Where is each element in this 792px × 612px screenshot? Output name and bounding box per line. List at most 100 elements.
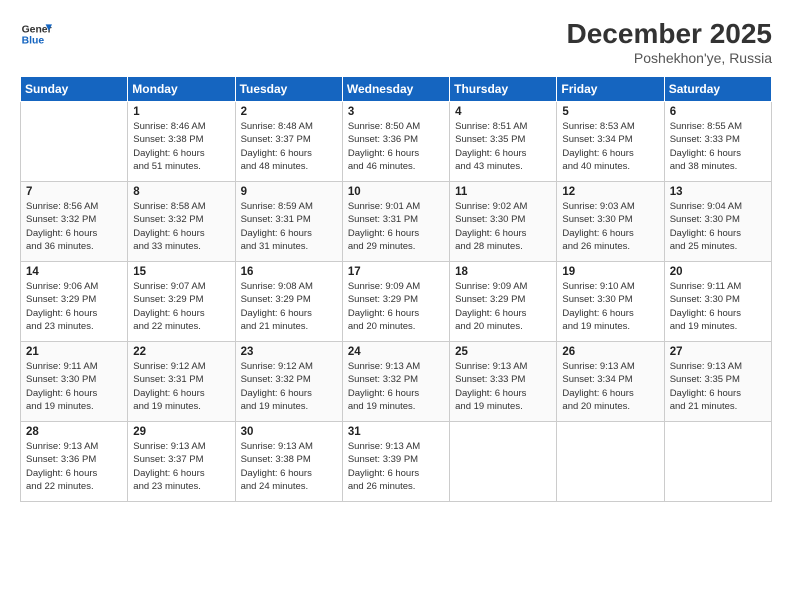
calendar-cell: 16 Sunrise: 9:08 AM Sunset: 3:29 PM Dayli… — [235, 262, 342, 342]
day-info: Sunrise: 9:10 AM Sunset: 3:30 PM Dayligh… — [562, 280, 658, 333]
day-number: 6 — [670, 106, 766, 118]
day-info: Sunrise: 9:13 AM Sunset: 3:33 PM Dayligh… — [455, 360, 551, 413]
day-number: 27 — [670, 346, 766, 358]
day-number: 9 — [241, 186, 337, 198]
day-info: Sunrise: 9:12 AM Sunset: 3:32 PM Dayligh… — [241, 360, 337, 413]
day-info: Sunrise: 9:09 AM Sunset: 3:29 PM Dayligh… — [455, 280, 551, 333]
calendar-cell: 9 Sunrise: 8:59 AM Sunset: 3:31 PM Daylig… — [235, 182, 342, 262]
day-number: 25 — [455, 346, 551, 358]
day-number: 14 — [26, 266, 122, 278]
calendar-cell: 10 Sunrise: 9:01 AM Sunset: 3:31 PM Dayli… — [342, 182, 449, 262]
day-number: 7 — [26, 186, 122, 198]
day-info: Sunrise: 8:48 AM Sunset: 3:37 PM Dayligh… — [241, 120, 337, 173]
day-info: Sunrise: 9:04 AM Sunset: 3:30 PM Dayligh… — [670, 200, 766, 253]
day-info: Sunrise: 9:11 AM Sunset: 3:30 PM Dayligh… — [26, 360, 122, 413]
day-number: 13 — [670, 186, 766, 198]
day-info: Sunrise: 9:11 AM Sunset: 3:30 PM Dayligh… — [670, 280, 766, 333]
calendar-cell: 30Sunrise: 9:13 AM Sunset: 3:38 PM Dayli… — [235, 422, 342, 502]
day-info: Sunrise: 9:06 AM Sunset: 3:29 PM Dayligh… — [26, 280, 122, 333]
calendar-body: 1Sunrise: 8:46 AM Sunset: 3:38 PM Daylig… — [21, 102, 772, 502]
logo-icon: General Blue — [20, 18, 52, 50]
location: Poshekhon'ye, Russia — [567, 50, 772, 66]
header: General Blue December 2025 Poshekhon'ye,… — [20, 18, 772, 66]
day-info: Sunrise: 8:56 AM Sunset: 3:32 PM Dayligh… — [26, 200, 122, 253]
day-info: Sunrise: 8:58 AM Sunset: 3:32 PM Dayligh… — [133, 200, 229, 253]
calendar-cell: 19 Sunrise: 9:10 AM Sunset: 3:30 PM Dayli… — [557, 262, 664, 342]
svg-text:Blue: Blue — [22, 36, 45, 47]
col-tuesday: Tuesday — [235, 77, 342, 102]
logo: General Blue — [20, 18, 52, 50]
day-info: Sunrise: 9:13 AM Sunset: 3:38 PM Dayligh… — [241, 440, 337, 493]
col-thursday: Thursday — [450, 77, 557, 102]
day-info: Sunrise: 9:07 AM Sunset: 3:29 PM Dayligh… — [133, 280, 229, 333]
calendar-cell: 25 Sunrise: 9:13 AM Sunset: 3:33 PM Dayli… — [450, 342, 557, 422]
day-info: Sunrise: 9:12 AM Sunset: 3:31 PM Dayligh… — [133, 360, 229, 413]
day-info: Sunrise: 8:51 AM Sunset: 3:35 PM Dayligh… — [455, 120, 551, 173]
calendar-cell: 8Sunrise: 8:58 AM Sunset: 3:32 PM Daylig… — [128, 182, 235, 262]
month-title: December 2025 — [567, 18, 772, 50]
calendar-table: Sunday Monday Tuesday Wednesday Thursday… — [20, 76, 772, 502]
calendar-cell: 17 Sunrise: 9:09 AM Sunset: 3:29 PM Dayli… — [342, 262, 449, 342]
calendar-cell: 4 Sunrise: 8:51 AM Sunset: 3:35 PM Daylig… — [450, 102, 557, 182]
calendar-cell: 24 Sunrise: 9:13 AM Sunset: 3:32 PM Dayli… — [342, 342, 449, 422]
day-number: 19 — [562, 266, 658, 278]
day-info: Sunrise: 8:59 AM Sunset: 3:31 PM Dayligh… — [241, 200, 337, 253]
day-number: 17 — [348, 266, 444, 278]
day-number: 16 — [241, 266, 337, 278]
header-row: Sunday Monday Tuesday Wednesday Thursday… — [21, 77, 772, 102]
day-number: 31 — [348, 426, 444, 438]
day-number: 10 — [348, 186, 444, 198]
day-info: Sunrise: 9:08 AM Sunset: 3:29 PM Dayligh… — [241, 280, 337, 333]
day-info: Sunrise: 9:13 AM Sunset: 3:34 PM Dayligh… — [562, 360, 658, 413]
day-info: Sunrise: 9:03 AM Sunset: 3:30 PM Dayligh… — [562, 200, 658, 253]
day-number: 28 — [26, 426, 122, 438]
day-info: Sunrise: 9:01 AM Sunset: 3:31 PM Dayligh… — [348, 200, 444, 253]
day-number: 5 — [562, 106, 658, 118]
day-number: 12 — [562, 186, 658, 198]
calendar-cell: 11Sunrise: 9:02 AM Sunset: 3:30 PM Dayli… — [450, 182, 557, 262]
day-number: 29 — [133, 426, 229, 438]
calendar-week-3: 14 Sunrise: 9:06 AM Sunset: 3:29 PM Dayli… — [21, 262, 772, 342]
day-info: Sunrise: 9:13 AM Sunset: 3:32 PM Dayligh… — [348, 360, 444, 413]
calendar-cell — [21, 102, 128, 182]
calendar-cell: 31 Sunrise: 9:13 AM Sunset: 3:39 PM Dayli… — [342, 422, 449, 502]
day-number: 22 — [133, 346, 229, 358]
day-number: 18 — [455, 266, 551, 278]
calendar-cell: 6 Sunrise: 8:55 AM Sunset: 3:33 PM Daylig… — [664, 102, 771, 182]
day-info: Sunrise: 8:50 AM Sunset: 3:36 PM Dayligh… — [348, 120, 444, 173]
calendar-week-4: 21Sunrise: 9:11 AM Sunset: 3:30 PM Dayli… — [21, 342, 772, 422]
day-info: Sunrise: 9:09 AM Sunset: 3:29 PM Dayligh… — [348, 280, 444, 333]
calendar-cell: 7 Sunrise: 8:56 AM Sunset: 3:32 PM Daylig… — [21, 182, 128, 262]
calendar-cell: 23 Sunrise: 9:12 AM Sunset: 3:32 PM Dayli… — [235, 342, 342, 422]
calendar-cell: 12 Sunrise: 9:03 AM Sunset: 3:30 PM Dayli… — [557, 182, 664, 262]
calendar-cell: 2 Sunrise: 8:48 AM Sunset: 3:37 PM Daylig… — [235, 102, 342, 182]
calendar-cell — [557, 422, 664, 502]
day-number: 23 — [241, 346, 337, 358]
day-number: 24 — [348, 346, 444, 358]
calendar-cell — [664, 422, 771, 502]
calendar-cell: 14 Sunrise: 9:06 AM Sunset: 3:29 PM Dayli… — [21, 262, 128, 342]
page: General Blue December 2025 Poshekhon'ye,… — [0, 0, 792, 612]
day-number: 1 — [133, 106, 229, 118]
day-info: Sunrise: 9:13 AM Sunset: 3:39 PM Dayligh… — [348, 440, 444, 493]
title-block: December 2025 Poshekhon'ye, Russia — [567, 18, 772, 66]
day-number: 4 — [455, 106, 551, 118]
col-monday: Monday — [128, 77, 235, 102]
day-number: 15 — [133, 266, 229, 278]
calendar-cell: 1Sunrise: 8:46 AM Sunset: 3:38 PM Daylig… — [128, 102, 235, 182]
calendar-cell: 26Sunrise: 9:13 AM Sunset: 3:34 PM Dayli… — [557, 342, 664, 422]
day-info: Sunrise: 8:53 AM Sunset: 3:34 PM Dayligh… — [562, 120, 658, 173]
day-number: 20 — [670, 266, 766, 278]
calendar-week-1: 1Sunrise: 8:46 AM Sunset: 3:38 PM Daylig… — [21, 102, 772, 182]
col-wednesday: Wednesday — [342, 77, 449, 102]
col-friday: Friday — [557, 77, 664, 102]
calendar-cell: 15 Sunrise: 9:07 AM Sunset: 3:29 PM Dayli… — [128, 262, 235, 342]
day-number: 2 — [241, 106, 337, 118]
calendar-cell: 28 Sunrise: 9:13 AM Sunset: 3:36 PM Dayli… — [21, 422, 128, 502]
calendar-cell — [450, 422, 557, 502]
day-info: Sunrise: 8:55 AM Sunset: 3:33 PM Dayligh… — [670, 120, 766, 173]
calendar-cell: 18 Sunrise: 9:09 AM Sunset: 3:29 PM Dayli… — [450, 262, 557, 342]
calendar-cell: 22 Sunrise: 9:12 AM Sunset: 3:31 PM Dayli… — [128, 342, 235, 422]
day-info: Sunrise: 9:13 AM Sunset: 3:36 PM Dayligh… — [26, 440, 122, 493]
calendar-cell: 29Sunrise: 9:13 AM Sunset: 3:37 PM Dayli… — [128, 422, 235, 502]
